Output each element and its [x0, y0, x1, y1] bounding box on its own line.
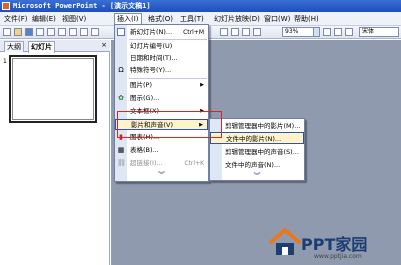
menu-item-label: 日期和时间(T)...	[130, 54, 178, 62]
new-slide-icon	[117, 28, 125, 36]
table-icon: ▦	[117, 146, 125, 154]
font-color-icon[interactable]	[345, 28, 353, 36]
new-icon[interactable]	[3, 28, 11, 36]
powerpoint-app-icon	[2, 2, 10, 10]
hyperlink-icon: ⛓	[117, 159, 126, 167]
menu-item-date-time[interactable]: 日期和时间(T)...	[115, 53, 208, 64]
menu-item-sound-from-file[interactable]: 文件中的声音(N)...	[210, 159, 304, 171]
menu-item-label: 新幻灯片(N)...	[130, 28, 173, 36]
table-toolbar-icon[interactable]	[231, 28, 239, 36]
menu-item-label: 超链接(I)...	[130, 159, 163, 167]
menu-edit[interactable]: 编辑(E)	[30, 14, 58, 25]
chart-toolbar-icon[interactable]	[220, 28, 228, 36]
menu-item-label: 图示(G)...	[130, 94, 160, 102]
menu-file[interactable]: 文件(F)	[2, 14, 30, 25]
watermark-url: www.pptjia.com	[314, 253, 362, 260]
menu-item-picture[interactable]: 图片(P) ▶	[115, 80, 208, 91]
zoom-select[interactable]: 93%	[282, 27, 320, 37]
menu-item-slide-number[interactable]: 幻灯片编号(U)	[115, 41, 208, 52]
print-preview-icon[interactable]	[69, 28, 77, 36]
menu-item-diagram[interactable]: ✿ 图示(G)...	[115, 93, 208, 104]
close-icon[interactable]: ×	[101, 41, 107, 49]
spelling-icon[interactable]	[80, 28, 88, 36]
submenu-arrow-icon: ▶	[200, 82, 204, 88]
watermark: PPT家园 www.pptjia.com	[268, 222, 401, 265]
email-icon[interactable]	[47, 28, 55, 36]
slide-number: 1	[3, 58, 7, 65]
house-logo-icon	[268, 227, 302, 255]
toolbar-options-icon[interactable]	[334, 28, 342, 36]
menu-item-hyperlink: ⛓ 超链接(I)... Ctrl+K	[115, 158, 208, 169]
open-icon[interactable]	[14, 28, 22, 36]
print-icon[interactable]	[58, 28, 66, 36]
slides-pane: 大纲 幻灯片 × 1	[0, 40, 110, 265]
title-bar: Microsoft PowerPoint - [演示文稿1]	[0, 0, 401, 12]
tab-slides[interactable]: 幻灯片	[28, 41, 55, 53]
menu-item-shortcut: Ctrl+M	[183, 29, 204, 36]
annotation-highlight-box	[117, 111, 222, 138]
research-icon[interactable]	[91, 28, 99, 36]
save-icon[interactable]	[25, 28, 33, 36]
diagram-icon: ✿	[118, 94, 124, 102]
menu-item-sound-from-clip-organizer[interactable]: 剪辑管理器中的声音(S)...	[210, 146, 304, 158]
menu-slideshow[interactable]: 幻灯片放映(D)	[212, 14, 262, 25]
font-select[interactable]: 宋体	[359, 27, 399, 37]
menu-item-table[interactable]: ▦ 表格(B)...	[115, 145, 208, 156]
menu-item-label: 幻灯片编号(U)	[130, 42, 173, 50]
tab-outline[interactable]: 大纲	[4, 41, 24, 52]
menu-item-label: 特殊符号(Y)...	[130, 66, 172, 74]
menu-view[interactable]: 视图(V)	[60, 14, 88, 25]
chevron-down-icon	[313, 28, 319, 36]
permission-icon[interactable]	[36, 28, 44, 36]
menu-window[interactable]: 窗口(W)	[262, 14, 292, 25]
grid-toolbar-icon[interactable]	[242, 28, 250, 36]
menu-item-label: 表格(B)...	[130, 146, 159, 154]
expand-submenu-icon[interactable]: ︾	[210, 171, 304, 181]
slide-thumbnail[interactable]	[9, 55, 97, 123]
movies-sounds-submenu: 剪辑管理器中的影片(M)... 文件中的影片(N)... 剪辑管理器中的声音(S…	[209, 118, 305, 181]
color-grayscale-icon[interactable]	[253, 28, 261, 36]
window-title: Microsoft PowerPoint - [演示文稿1]	[13, 2, 151, 10]
zoom-value: 93%	[285, 28, 299, 35]
menu-help[interactable]: 帮助(H)	[292, 14, 321, 25]
font-value: 宋体	[362, 28, 375, 35]
menu-item-movie-from-file[interactable]: 文件中的影片(N)...	[210, 132, 304, 144]
menu-item-movie-from-clip-organizer[interactable]: 剪辑管理器中的影片(M)...	[210, 120, 304, 132]
menu-item-shortcut: Ctrl+K	[184, 160, 204, 167]
help-icon[interactable]	[323, 28, 331, 36]
watermark-brand: PPT家园	[301, 235, 368, 254]
menu-item-label: 图片(P)	[130, 81, 152, 89]
menu-item-new-slide[interactable]: 新幻灯片(N)... Ctrl+M	[115, 27, 208, 38]
expand-menu-icon[interactable]: ︾	[115, 170, 208, 180]
omega-icon: Ω	[118, 66, 124, 74]
pane-tabs: 大纲 幻灯片 ×	[0, 40, 110, 53]
insert-menu-dropdown: 新幻灯片(N)... Ctrl+M 幻灯片编号(U) 日期和时间(T)... Ω…	[114, 24, 209, 182]
menu-item-special-symbol[interactable]: Ω 特殊符号(Y)...	[115, 65, 208, 76]
